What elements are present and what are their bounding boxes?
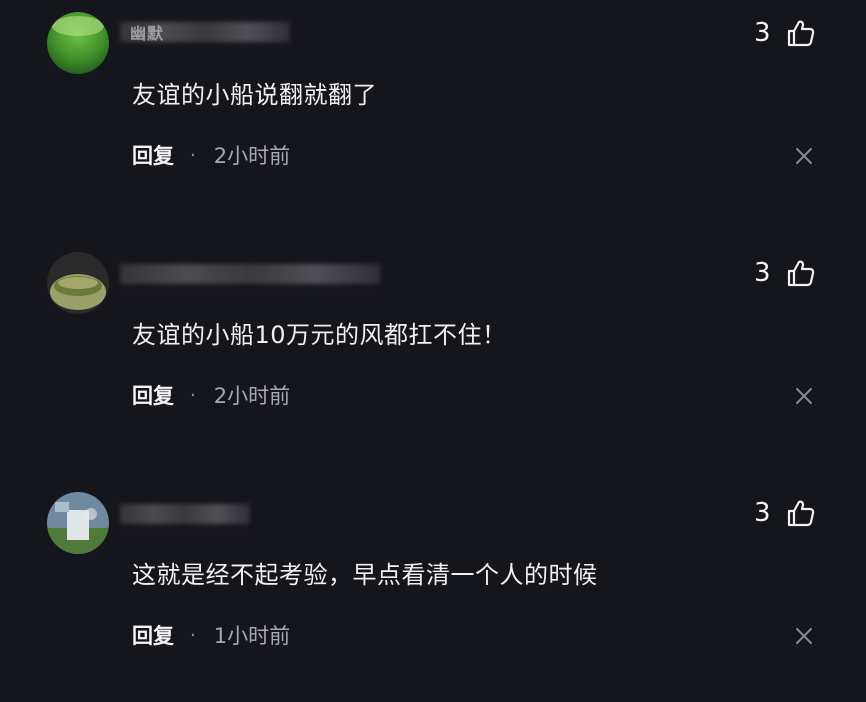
thumbs-up-icon[interactable] <box>786 258 816 288</box>
comment-text: 这就是经不起考验，早点看清一个人的时候 <box>132 561 598 589</box>
like-count: 3 <box>754 18 771 48</box>
reply-button[interactable]: 回复 <box>132 140 174 170</box>
comment-text: 友谊的小船10万元的风都扛不住！ <box>132 321 507 349</box>
comment-item: 3 友谊的小船10万元的风都扛不住！ 回复 · 2小时前 <box>0 240 866 480</box>
comment-item: 3 这就是经不起考验，早点看清一个人的时候 回复 · 1小时前 <box>0 480 866 702</box>
comment-meta: 回复 · 1小时前 <box>132 620 290 650</box>
user-avatar[interactable] <box>47 492 109 554</box>
timestamp: 1小时前 <box>213 624 291 648</box>
reply-button[interactable]: 回复 <box>132 380 174 410</box>
comment-list: 幽默 3 友谊的小船说翻就翻了 回复 · 2小时前 3 友谊的小船10万元的风都… <box>0 0 866 702</box>
comment-meta: 回复 · 2小时前 <box>132 380 290 410</box>
user-avatar[interactable] <box>47 12 109 74</box>
close-icon[interactable] <box>793 385 815 407</box>
reply-button[interactable]: 回复 <box>132 620 174 650</box>
user-avatar[interactable] <box>47 252 109 314</box>
separator-dot: · <box>190 144 196 166</box>
separator-dot: · <box>190 624 196 646</box>
close-icon[interactable] <box>793 145 815 167</box>
like-count: 3 <box>754 498 771 528</box>
timestamp: 2小时前 <box>213 384 291 408</box>
thumbs-up-icon[interactable] <box>786 18 816 48</box>
comment-meta: 回复 · 2小时前 <box>132 140 290 170</box>
separator-dot: · <box>190 384 196 406</box>
comment-text: 友谊的小船说翻就翻了 <box>132 81 377 109</box>
username-redacted <box>120 504 250 524</box>
thumbs-up-icon[interactable] <box>786 498 816 528</box>
timestamp: 2小时前 <box>213 144 291 168</box>
comment-item: 幽默 3 友谊的小船说翻就翻了 回复 · 2小时前 <box>0 0 866 240</box>
username-redacted <box>120 264 380 284</box>
username[interactable]: 幽默 <box>130 20 164 44</box>
like-count: 3 <box>754 258 771 288</box>
close-icon[interactable] <box>793 625 815 647</box>
